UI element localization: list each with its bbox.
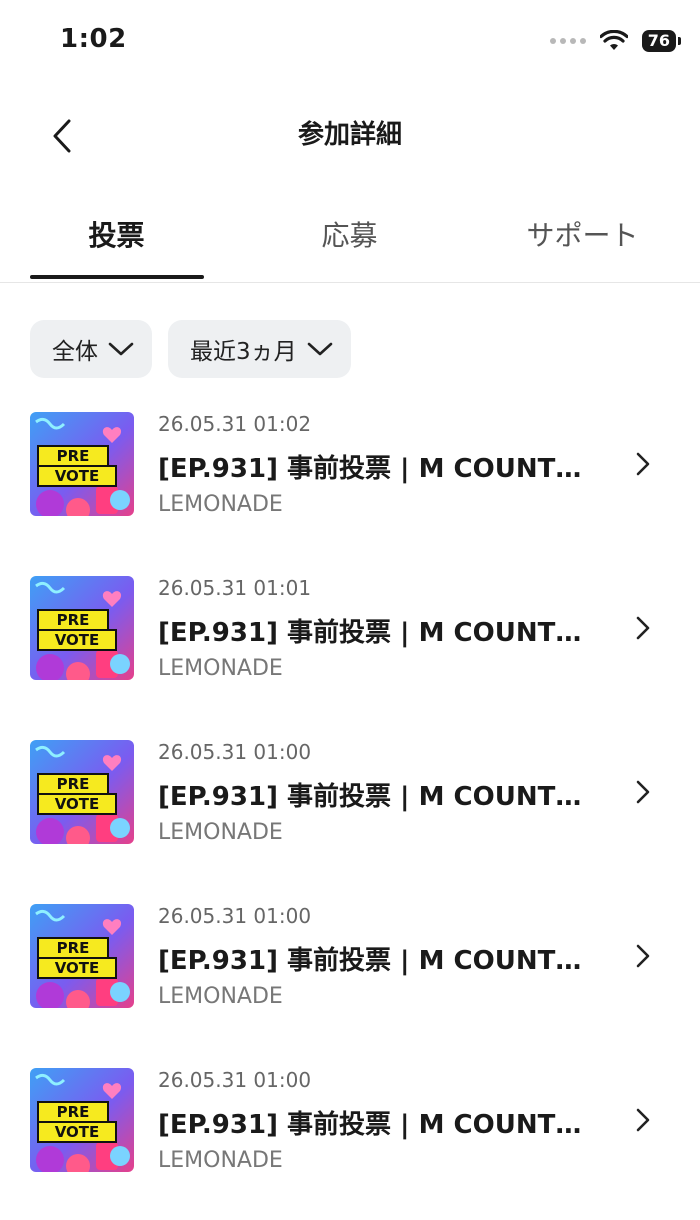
- thumb-text-top: PRE: [57, 611, 90, 629]
- tab-support[interactable]: サポート: [466, 214, 699, 254]
- item-title: [EP.931] 事前投票 | M COUNTDOWN: [158, 618, 588, 648]
- thumb-text-top: PRE: [57, 775, 90, 793]
- filter-all-dropdown[interactable]: 全体: [30, 320, 152, 378]
- status-indicators: 76: [549, 30, 682, 52]
- item-artist: LEMONADE: [158, 1148, 283, 1173]
- prevote-thumbnail: PRE VOTE: [30, 1068, 134, 1172]
- item-artist: LEMONADE: [158, 820, 283, 845]
- thumb-text-bottom: VOTE: [55, 631, 100, 649]
- filter-label: 全体: [52, 339, 98, 365]
- thumb-text-top: PRE: [57, 939, 90, 957]
- chevron-right-icon: [636, 944, 650, 968]
- signal-icon: [549, 38, 586, 44]
- item-artist: LEMONADE: [158, 492, 283, 517]
- prevote-thumbnail: PRE VOTE: [30, 412, 134, 516]
- wifi-icon: [599, 30, 628, 50]
- thumb-text-bottom: VOTE: [55, 795, 100, 813]
- item-date: 26.05.31 01:01: [158, 576, 312, 600]
- chevron-right-icon: [636, 1108, 650, 1132]
- list-item[interactable]: PRE VOTE 26.05.31 01:01 [EP.931] 事前投票 | …: [0, 564, 700, 728]
- tab-bar: 投票 応募 サポート: [0, 200, 700, 283]
- filter-label: 最近3ヵ月: [190, 339, 297, 365]
- status-time: 1:02: [60, 24, 127, 54]
- list-item[interactable]: PRE VOTE 26.05.31 01:02 [EP.931] 事前投票 | …: [0, 400, 700, 564]
- chevron-right-icon: [636, 780, 650, 804]
- item-title: [EP.931] 事前投票 | M COUNTDOWN: [158, 1110, 588, 1140]
- chevron-right-icon: [636, 616, 650, 640]
- item-date: 26.05.31 01:00: [158, 904, 312, 928]
- item-date: 26.05.31 01:00: [158, 1068, 312, 1092]
- chevron-down-icon: [307, 342, 332, 356]
- status-bar: 1:02 76: [0, 0, 700, 88]
- filter-bar: 全体 最近3ヵ月: [30, 320, 351, 378]
- chevron-down-icon: [108, 342, 134, 356]
- item-artist: LEMONADE: [158, 656, 283, 681]
- thumb-text-bottom: VOTE: [55, 467, 100, 485]
- thumb-text-top: PRE: [57, 1103, 90, 1121]
- filter-period-dropdown[interactable]: 最近3ヵ月: [168, 320, 351, 378]
- list-item[interactable]: PRE VOTE 26.05.31 01:00 [EP.931] 事前投票 | …: [0, 1056, 700, 1220]
- prevote-thumbnail: PRE VOTE: [30, 904, 134, 1008]
- prevote-thumbnail: PRE VOTE: [30, 740, 134, 844]
- tab-indicator: [30, 275, 204, 279]
- thumb-text-bottom: VOTE: [55, 1123, 100, 1141]
- list-item[interactable]: PRE VOTE 26.05.31 01:00 [EP.931] 事前投票 | …: [0, 892, 700, 1056]
- item-title: [EP.931] 事前投票 | M COUNTDOWN: [158, 454, 588, 484]
- item-date: 26.05.31 01:00: [158, 740, 312, 764]
- thumb-text-top: PRE: [57, 447, 90, 465]
- tab-apply[interactable]: 応募: [233, 214, 466, 254]
- item-title: [EP.931] 事前投票 | M COUNTDOWN: [158, 946, 588, 976]
- thumb-text-bottom: VOTE: [55, 959, 100, 977]
- nav-bar: 参加詳細: [0, 96, 700, 176]
- participation-list: PRE VOTE 26.05.31 01:02 [EP.931] 事前投票 | …: [0, 400, 700, 1220]
- item-title: [EP.931] 事前投票 | M COUNTDOWN: [158, 782, 588, 812]
- tab-vote[interactable]: 投票: [0, 214, 233, 254]
- chevron-right-icon: [636, 452, 650, 476]
- item-artist: LEMONADE: [158, 984, 283, 1009]
- battery-icon: 76: [641, 30, 682, 52]
- item-date: 26.05.31 01:02: [158, 412, 312, 436]
- list-item[interactable]: PRE VOTE 26.05.31 01:00 [EP.931] 事前投票 | …: [0, 728, 700, 892]
- page-title: 参加詳細: [297, 120, 402, 150]
- prevote-thumbnail: PRE VOTE: [30, 576, 134, 680]
